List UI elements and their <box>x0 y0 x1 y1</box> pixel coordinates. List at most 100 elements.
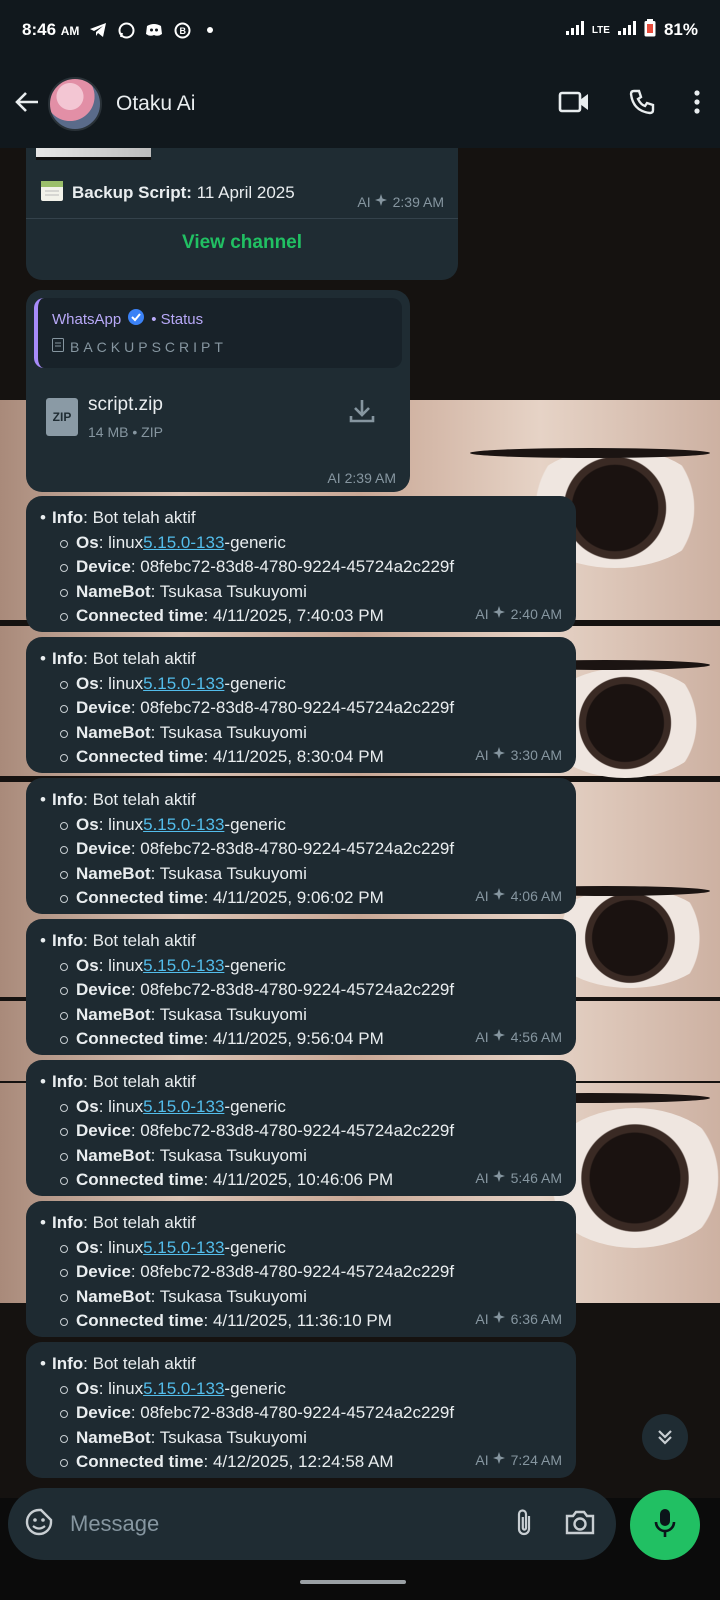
scroll-to-bottom-button[interactable] <box>642 1414 688 1460</box>
device-line: Device: 08febc72-83d8-4780-9224-45724a2c… <box>40 1119 562 1144</box>
message-composer <box>8 1488 616 1560</box>
sticker-icon[interactable] <box>24 1507 54 1542</box>
bot-status-message[interactable]: • Info: Bot telah aktif Os: linux 5.15.0-1… <box>26 496 576 632</box>
info-line: • Info: Bot telah aktif <box>40 649 196 668</box>
info-line: • Info: Bot telah aktif <box>40 1213 196 1232</box>
divider <box>26 218 458 219</box>
bot-status-message[interactable]: • Info: Bot telah aktif Os: linux 5.15.0-1… <box>26 778 576 914</box>
namebot-line: NameBot: Tsukasa Tsukuyomi <box>40 580 562 605</box>
os-version-link[interactable]: 5.15.0-133 <box>143 1377 224 1402</box>
video-call-icon[interactable] <box>558 90 590 119</box>
view-channel-button[interactable]: View channel <box>26 232 458 254</box>
os-line: Os: linux 5.15.0-133 -generic <box>40 954 562 979</box>
ai-sparkle-icon <box>492 1166 507 1191</box>
device-line: Device: 08febc72-83d8-4780-9224-45724a2c… <box>40 1260 562 1285</box>
message-meta: AI 4:56 AM <box>475 1025 562 1050</box>
channel-post-text: Backup Script: 11 April 2025 <box>40 178 295 207</box>
device-line: Device: 08febc72-83d8-4780-9224-45724a2c… <box>40 837 562 862</box>
os-version-link[interactable]: 5.15.0-133 <box>143 1095 224 1120</box>
message-meta: AI 3:30 AM <box>475 743 562 768</box>
os-line: Os: linux 5.15.0-133 -generic <box>40 813 562 838</box>
quoted-status[interactable]: WhatsApp • Status BACKUPSCRIPT <box>34 298 402 368</box>
os-line: Os: linux 5.15.0-133 -generic <box>40 531 562 556</box>
chat-name[interactable]: Otaku Ai <box>116 92 195 116</box>
info-line: • Info: Bot telah aktif <box>40 1072 196 1091</box>
device-line: Device: 08febc72-83d8-4780-9224-45724a2c… <box>40 978 562 1003</box>
os-line: Os: linux 5.15.0-133 -generic <box>40 1236 562 1261</box>
message-meta: AI 5:46 AM <box>475 1166 562 1191</box>
os-line: Os: linux 5.15.0-133 -generic <box>40 1377 562 1402</box>
namebot-line: NameBot: Tsukasa Tsukuyomi <box>40 721 562 746</box>
ai-sparkle-icon <box>492 1448 507 1473</box>
os-line: Os: linux 5.15.0-133 -generic <box>40 672 562 697</box>
status-time: 8:46 AM <box>22 20 80 39</box>
mic-icon <box>653 1507 677 1544</box>
os-version-link[interactable]: 5.15.0-133 <box>143 531 224 556</box>
message-meta: AI 7:24 AM <box>475 1448 562 1473</box>
ai-sparkle-icon <box>492 884 507 909</box>
document-message-bubble[interactable]: WhatsApp • Status BACKUPSCRIPT ZIP scrip… <box>26 290 410 492</box>
dot-icon <box>201 21 219 39</box>
whatsapp-business-icon: B <box>173 21 191 39</box>
namebot-line: NameBot: Tsukasa Tsukuyomi <box>40 1003 562 1028</box>
status-bar: 8:46 AM B LTE 81% <box>0 0 720 60</box>
file-meta: 14 MB • ZIP <box>88 424 163 440</box>
signal-icon-2 <box>617 20 636 40</box>
bot-status-message[interactable]: • Info: Bot telah aktif Os: linux 5.15.0-1… <box>26 637 576 773</box>
whatsapp-icon <box>117 21 135 39</box>
ai-sparkle-icon <box>374 193 389 210</box>
info-line: • Info: Bot telah aktif <box>40 508 196 527</box>
telegram-icon <box>89 21 107 39</box>
battery-percentage: 81% <box>663 20 698 39</box>
discord-icon <box>145 21 163 39</box>
chat-header: Otaku Ai <box>0 60 720 148</box>
home-indicator <box>300 1580 406 1584</box>
namebot-line: NameBot: Tsukasa Tsukuyomi <box>40 1144 562 1169</box>
download-icon[interactable] <box>348 398 376 429</box>
battery-icon <box>644 18 656 42</box>
camera-icon[interactable] <box>564 1508 596 1541</box>
os-version-link[interactable]: 5.15.0-133 <box>143 813 224 838</box>
bot-status-message[interactable]: • Info: Bot telah aktif Os: linux 5.15.0-1… <box>26 1060 576 1196</box>
message-meta: AI 2:39 AM <box>357 193 444 210</box>
message-meta: AI 2:39 AM <box>327 470 396 486</box>
voice-call-icon[interactable] <box>628 88 656 121</box>
svg-text:B: B <box>179 26 186 36</box>
calendar-icon <box>40 178 64 207</box>
back-arrow-icon[interactable] <box>14 90 40 119</box>
os-version-link[interactable]: 5.15.0-133 <box>143 954 224 979</box>
info-line: • Info: Bot telah aktif <box>40 1354 196 1373</box>
os-version-link[interactable]: 5.15.0-133 <box>143 1236 224 1261</box>
bot-status-message[interactable]: • Info: Bot telah aktif Os: linux 5.15.0-1… <box>26 1342 576 1478</box>
message-meta: AI 6:36 AM <box>475 1307 562 1332</box>
message-meta: AI 4:06 AM <box>475 884 562 909</box>
ai-sparkle-icon <box>492 743 507 768</box>
ai-sparkle-icon <box>492 602 507 627</box>
os-line: Os: linux 5.15.0-133 -generic <box>40 1095 562 1120</box>
info-line: • Info: Bot telah aktif <box>40 931 196 950</box>
channel-post-image <box>36 148 151 160</box>
zip-file-icon: ZIP <box>46 398 78 436</box>
message-meta: AI 2:40 AM <box>475 602 562 627</box>
voice-message-button[interactable] <box>630 1490 700 1560</box>
channel-post-bubble[interactable]: Backup Script: 11 April 2025 AI 2:39 AM … <box>26 148 458 280</box>
signal-icon <box>565 20 584 40</box>
namebot-line: NameBot: Tsukasa Tsukuyomi <box>40 1285 562 1310</box>
more-options-icon[interactable] <box>694 89 700 119</box>
verified-badge-icon <box>127 308 145 330</box>
chat-area: Backup Script: 11 April 2025 AI 2:39 AM … <box>0 148 720 1498</box>
attach-icon[interactable] <box>514 1507 534 1542</box>
document-icon <box>52 338 64 355</box>
info-line: • Info: Bot telah aktif <box>40 790 196 809</box>
avatar[interactable] <box>48 77 102 131</box>
bot-status-message[interactable]: • Info: Bot telah aktif Os: linux 5.15.0-1… <box>26 1201 576 1337</box>
device-line: Device: 08febc72-83d8-4780-9224-45724a2c… <box>40 1401 562 1426</box>
bot-status-message[interactable]: • Info: Bot telah aktif Os: linux 5.15.0-1… <box>26 919 576 1055</box>
ai-sparkle-icon <box>492 1025 507 1050</box>
message-input[interactable] <box>70 1511 450 1537</box>
os-version-link[interactable]: 5.15.0-133 <box>143 672 224 697</box>
device-line: Device: 08febc72-83d8-4780-9224-45724a2c… <box>40 555 562 580</box>
namebot-line: NameBot: Tsukasa Tsukuyomi <box>40 1426 562 1451</box>
file-name: script.zip <box>88 394 163 415</box>
device-line: Device: 08febc72-83d8-4780-9224-45724a2c… <box>40 696 562 721</box>
